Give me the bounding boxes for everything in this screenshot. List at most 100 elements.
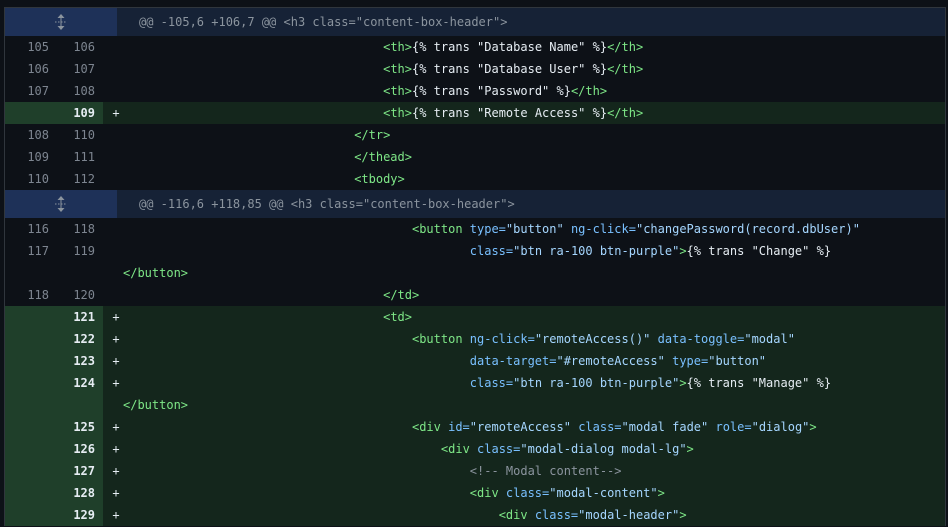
code-token: <div [411, 420, 449, 434]
diff-marker: + [112, 464, 120, 478]
code-token: "modal-dialog modal-lg" [520, 442, 687, 456]
old-line-number[interactable]: 116 [5, 218, 49, 240]
code-token: {% trans "Database Name" %} [412, 40, 608, 54]
code-token: <th> [383, 84, 412, 98]
old-line-number[interactable] [5, 416, 49, 438]
code-token: data-target= [469, 354, 557, 368]
code-line: <!-- Modal content--> [123, 460, 945, 482]
old-line-number[interactable] [5, 372, 49, 394]
code-token: "modal" [744, 332, 795, 346]
new-line-number[interactable]: 128 [49, 482, 105, 504]
new-line-number[interactable]: 109 [49, 102, 105, 124]
code-token: > [679, 244, 687, 258]
old-line-number[interactable] [5, 482, 49, 504]
code-token: > [686, 442, 694, 456]
old-line-number[interactable]: 110 [5, 168, 49, 190]
old-line-number[interactable] [5, 504, 49, 526]
context-line: 107 108 <th>{% trans "Password" %}</th> [5, 80, 945, 102]
added-line: </button> [5, 394, 945, 416]
diff-marker: + [112, 442, 120, 456]
new-line-number[interactable]: 106 [49, 36, 105, 58]
expand-button[interactable] [5, 190, 117, 218]
new-line-number[interactable] [49, 394, 105, 416]
hunk-header: @@ -105,6 +106,7 @@ <h3 class="content-b… [5, 8, 945, 36]
new-line-number[interactable]: 107 [49, 58, 105, 80]
code-line: <div class="modal-header"> [123, 504, 945, 526]
code-token: role= [715, 420, 752, 434]
code-line: <th>{% trans "Remote Access" %}</th> [123, 102, 945, 124]
code-token: > [657, 486, 665, 500]
old-line-number[interactable] [5, 394, 49, 416]
old-line-number[interactable] [5, 460, 49, 482]
old-line-number[interactable]: 117 [5, 240, 49, 262]
unfold-icon [55, 14, 67, 30]
code-token: <tbody> [354, 172, 405, 186]
new-line-number[interactable]: 126 [49, 438, 105, 460]
code-token: </th> [607, 40, 644, 54]
hunk-header-text: @@ -105,6 +106,7 @@ <h3 class="content-b… [139, 15, 508, 29]
new-line-number[interactable] [49, 262, 105, 284]
diff-marker: + [112, 332, 120, 346]
old-line-number[interactable]: 107 [5, 80, 49, 102]
hunk-header-text: @@ -116,6 +118,85 @@ <h3 class="content-… [139, 197, 515, 211]
code-token: </th> [607, 62, 644, 76]
context-line: </button> [5, 262, 945, 284]
new-line-number[interactable]: 118 [49, 218, 105, 240]
old-line-number[interactable]: 108 [5, 124, 49, 146]
old-line-number[interactable]: 118 [5, 284, 49, 306]
new-line-number[interactable]: 120 [49, 284, 105, 306]
old-line-number[interactable] [5, 102, 49, 124]
added-line: 127 + <!-- Modal content--> [5, 460, 945, 482]
diff-marker [109, 58, 123, 80]
code-token: </td> [383, 288, 420, 302]
new-line-number[interactable]: 124 [49, 372, 105, 394]
new-line-number[interactable]: 123 [49, 350, 105, 372]
old-line-number[interactable] [5, 306, 49, 328]
old-line-number[interactable] [5, 262, 49, 284]
new-line-number[interactable]: 122 [49, 328, 105, 350]
old-line-number[interactable] [5, 328, 49, 350]
added-line: 121 + <td> [5, 306, 945, 328]
diff-marker [109, 168, 123, 190]
diff-marker [109, 36, 123, 58]
code-token: <th> [383, 40, 412, 54]
old-line-number[interactable] [5, 350, 49, 372]
code-token: class= [469, 244, 514, 258]
code-token: class= [578, 420, 622, 434]
code-token: </thead> [354, 150, 412, 164]
code-token: </tr> [354, 128, 391, 142]
new-line-number[interactable]: 125 [49, 416, 105, 438]
new-line-number[interactable]: 119 [49, 240, 105, 262]
old-line-number[interactable]: 109 [5, 146, 49, 168]
code-token: ng-click= [469, 332, 535, 346]
expand-button[interactable] [5, 8, 117, 36]
code-line: <div id="remoteAccess" class="modal fade… [123, 416, 945, 438]
new-line-number[interactable]: 127 [49, 460, 105, 482]
code-token: {% trans "Change" %} [686, 244, 832, 258]
new-line-number[interactable]: 121 [49, 306, 105, 328]
code-line: data-target="#remoteAccess" type="button… [123, 350, 945, 372]
new-line-number[interactable]: 110 [49, 124, 105, 146]
old-line-number[interactable] [5, 438, 49, 460]
code-token: id= [448, 420, 470, 434]
code-token: "modal-content" [549, 486, 658, 500]
code-token: type= [672, 354, 709, 368]
new-line-number[interactable]: 111 [49, 146, 105, 168]
context-line: 109 111 </thead> [5, 146, 945, 168]
code-line: <th>{% trans "Database User" %}</th> [123, 58, 945, 80]
code-token: class= [534, 508, 579, 522]
code-line: class="btn ra-100 btn-purple">{% trans "… [123, 240, 945, 262]
new-line-number[interactable]: 112 [49, 168, 105, 190]
new-line-number[interactable]: 129 [49, 504, 105, 526]
old-line-number[interactable]: 105 [5, 36, 49, 58]
code-line: </button> [123, 262, 945, 284]
context-line: 117 119 class="btn ra-100 btn-purple">{% … [5, 240, 945, 262]
new-line-number[interactable]: 108 [49, 80, 105, 102]
old-line-number[interactable]: 106 [5, 58, 49, 80]
